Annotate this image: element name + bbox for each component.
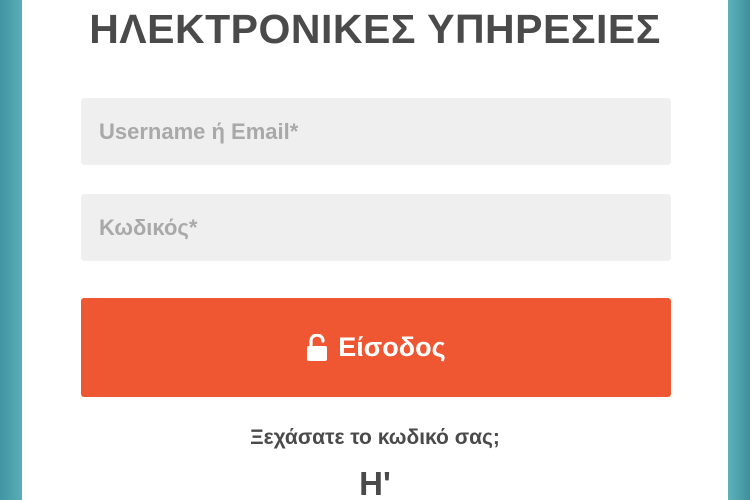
background-right-edge	[728, 0, 750, 500]
unlock-icon	[306, 333, 328, 362]
background-left-edge	[0, 0, 22, 500]
page-title: ΗΛΕΚΤΡΟΝΙΚΕΣ ΥΠΗΡΕΣΙΕΣ	[89, 6, 661, 52]
login-button[interactable]: Είσοδος	[81, 298, 671, 397]
forgot-password-link[interactable]: Ξεχάσατε το κωδικό σας;	[22, 424, 728, 452]
login-button-label: Είσοδος	[338, 332, 446, 362]
password-input[interactable]	[81, 194, 671, 261]
login-panel: ΗΛΕΚΤΡΟΝΙΚΕΣ ΥΠΗΡΕΣΙΕΣ Είσοδος Ξεχάσατε …	[22, 0, 728, 500]
username-input[interactable]	[81, 98, 671, 165]
or-separator: Η'	[359, 465, 391, 500]
